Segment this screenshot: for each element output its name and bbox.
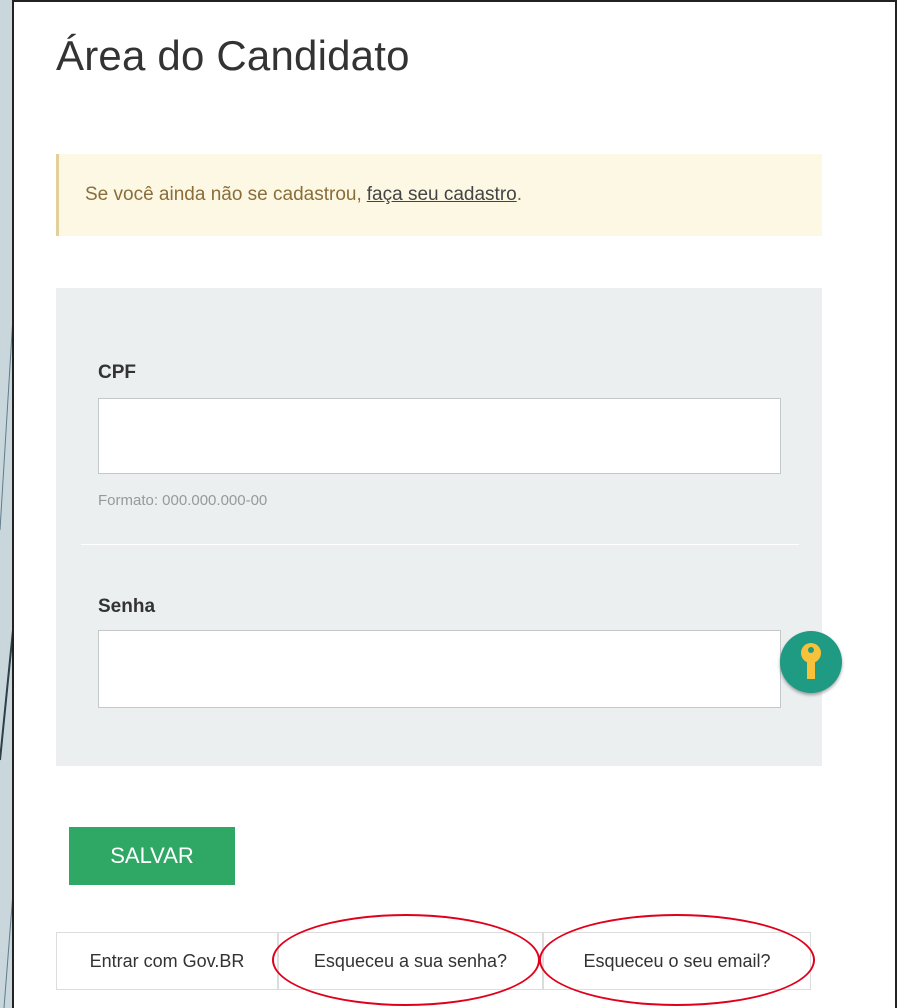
highlight-ellipse-password xyxy=(272,914,540,1006)
cpf-label: CPF xyxy=(98,362,136,383)
show-password-key-button[interactable] xyxy=(780,631,842,693)
form-divider xyxy=(81,544,799,545)
cpf-input[interactable] xyxy=(98,398,781,474)
candidate-area-panel: Área do Candidato Se você ainda não se c… xyxy=(12,0,897,1008)
register-link[interactable]: faça seu cadastro xyxy=(367,184,517,206)
register-alert: Se você ainda não se cadastrou, faça seu… xyxy=(56,154,822,236)
govbr-login-button[interactable]: Entrar com Gov.BR xyxy=(56,932,278,990)
alert-suffix: . xyxy=(516,184,523,205)
login-form: CPF Formato: 000.000.000-00 Senha xyxy=(56,288,822,766)
password-label: Senha xyxy=(98,596,156,617)
page-title: Área do Candidato xyxy=(56,32,410,79)
password-input[interactable] xyxy=(98,630,781,708)
cpf-format-help: Formato: 000.000.000-00 xyxy=(98,492,268,509)
alert-text: Se você ainda não se cadastrou, xyxy=(85,184,362,205)
key-icon xyxy=(801,643,821,679)
highlight-ellipse-email xyxy=(539,914,815,1006)
save-button[interactable]: SALVAR xyxy=(69,827,235,885)
